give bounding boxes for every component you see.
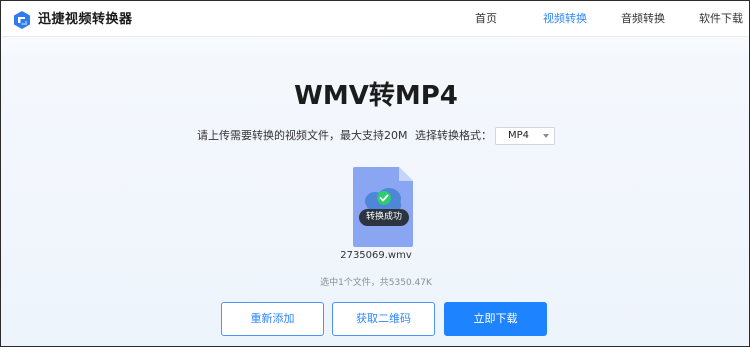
nav-video-convert[interactable]: 视频转换	[543, 11, 587, 27]
upload-instruction: 请上传需要转换的视频文件，最大支持20M	[197, 129, 408, 142]
status-badge: 转换成功	[359, 209, 409, 226]
format-select[interactable]: MP4	[495, 127, 555, 145]
format-select-value: MP4	[508, 130, 530, 141]
nav-software-download[interactable]: 软件下载	[699, 11, 743, 27]
app-window: 迅捷视频转换器 首页 视频转换 音频转换 软件下载 WMV转MP4 请上传需要转…	[0, 0, 750, 347]
nav-home[interactable]: 首页	[475, 11, 497, 27]
app-logo-icon[interactable]	[12, 10, 32, 30]
top-navbar: 迅捷视频转换器 首页 视频转换 音频转换 软件下载	[2, 2, 749, 37]
format-label: 选择转换格式：	[415, 129, 492, 142]
page-title: WMV转MP4	[294, 81, 458, 111]
file-name: 2735069.wmv	[340, 250, 412, 261]
re-add-button[interactable]: 重新添加	[221, 302, 324, 336]
nav-audio-convert[interactable]: 音频转换	[621, 11, 665, 27]
app-brand-name[interactable]: 迅捷视频转换器	[38, 10, 133, 29]
get-qrcode-button[interactable]: 获取二维码	[332, 302, 435, 336]
chevron-down-icon	[543, 134, 549, 138]
download-now-button[interactable]: 立即下载	[444, 302, 547, 336]
selection-summary: 选中1个文件，共5350.47K	[320, 278, 432, 288]
file-card[interactable]	[353, 167, 415, 247]
